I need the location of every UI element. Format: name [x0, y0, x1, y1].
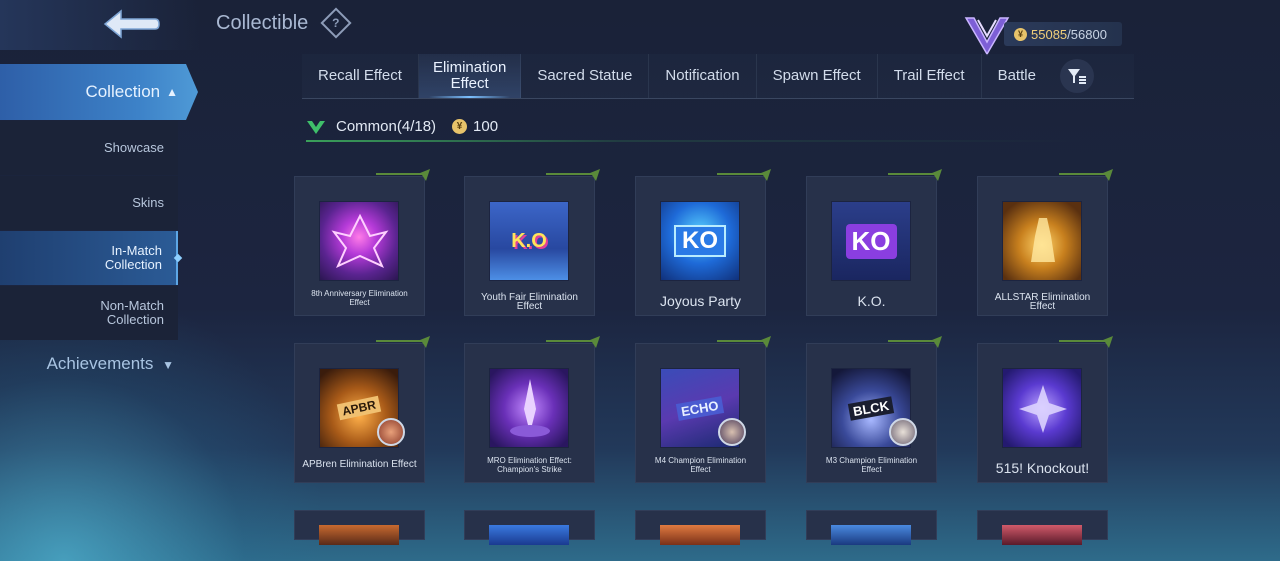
sidebar-collection[interactable]: Collection ▲: [0, 64, 198, 120]
sidebar-item-non-match-collection[interactable]: Non-Match Collection: [0, 286, 178, 340]
back-arrow-icon: [103, 9, 160, 39]
collectible-name: M4 Champion Elimination Effect: [654, 456, 747, 474]
collectible-card[interactable]: [806, 510, 937, 545]
collectible-card[interactable]: BLCK M3 Champion Elimination Effect: [806, 336, 942, 483]
points-current: 55085: [1031, 26, 1068, 42]
avatar: [889, 418, 917, 446]
coin-icon: ¥: [452, 119, 468, 134]
collectible-thumbnail: [1002, 525, 1082, 545]
collection-points: ¥ 55085 /56800: [1004, 22, 1122, 46]
coin-icon: ¥: [1014, 27, 1027, 41]
category-tabs: Recall Effect Elimination Effect Sacred S…: [302, 54, 1134, 98]
collectible-name: ALLSTAR Elimination Effect: [994, 292, 1091, 312]
sidebar-item-label: Showcase: [104, 140, 164, 155]
sidebar-achievements[interactable]: Achievements ▼: [0, 354, 190, 374]
avatar: [377, 418, 405, 446]
collectible-thumbnail: [831, 525, 911, 545]
tab-trail-effect[interactable]: Trail Effect: [878, 54, 982, 98]
collectible-card[interactable]: MRO Elimination Effect: Champion's Strike: [464, 336, 600, 483]
help-icon[interactable]: ?: [320, 7, 352, 39]
collectible-card[interactable]: [294, 510, 425, 545]
tab-sacred-statue[interactable]: Sacred Statue: [521, 54, 650, 98]
collectible-card[interactable]: [464, 510, 595, 545]
corner-leaf-decoration: [546, 336, 600, 348]
collectible-thumbnail: [660, 525, 740, 545]
collectible-card[interactable]: K.O Youth Fair Elimination Effect: [464, 169, 600, 316]
collectible-card[interactable]: ALLSTAR Elimination Effect: [977, 169, 1113, 316]
sidebar-item-in-match-collection[interactable]: In-Match Collection: [0, 231, 183, 285]
sidebar-item-label: Non-Match Collection: [100, 298, 164, 327]
collectible-card[interactable]: KO Joyous Party: [635, 169, 771, 316]
collectible-thumbnail: [1002, 201, 1082, 281]
collectible-thumbnail: KO: [831, 201, 911, 281]
collectible-name: 515! Knockout!: [995, 460, 1090, 476]
corner-leaf-decoration: [888, 169, 942, 181]
corner-leaf-decoration: [376, 169, 430, 181]
points-total: /56800: [1067, 26, 1107, 42]
corner-leaf-decoration: [376, 336, 430, 348]
section-divider: [306, 140, 1086, 142]
corner-leaf-decoration: [546, 169, 600, 181]
tab-notification[interactable]: Notification: [649, 54, 757, 98]
corner-leaf-decoration: [1059, 169, 1113, 181]
collectible-thumbnail: [489, 368, 569, 448]
tab-recall-effect[interactable]: Recall Effect: [302, 54, 419, 98]
corner-leaf-decoration: [717, 169, 771, 181]
corner-leaf-decoration: [1059, 336, 1113, 348]
sidebar-item-label: In-Match Collection: [104, 243, 162, 272]
collectible-card[interactable]: ECHO M4 Champion Elimination Effect: [635, 336, 771, 483]
filter-icon: [1067, 69, 1086, 84]
back-button[interactable]: [100, 6, 164, 42]
active-indicator: [173, 253, 183, 263]
rarity-header: Common(4/18) ¥ 100: [306, 118, 498, 135]
collectible-name: M3 Champion Elimination Effect: [825, 456, 918, 474]
collectible-card[interactable]: 515! Knockout!: [977, 336, 1113, 483]
collectible-thumbnail: KO: [660, 201, 740, 281]
tab-battle[interactable]: Battle: [982, 54, 1052, 98]
green-gem-icon: [307, 120, 325, 134]
collectible-card[interactable]: [635, 510, 766, 545]
collectible-card[interactable]: 8th Anniversary Elimination Effect: [294, 169, 430, 316]
collectible-card[interactable]: APBR APBren Elimination Effect: [294, 336, 430, 483]
collectible-name: MRO Elimination Effect: Champion's Strike: [487, 456, 572, 474]
chevron-down-icon: ▼: [162, 358, 174, 372]
collectible-thumbnail: K.O: [489, 201, 569, 281]
collectible-name: APBren Elimination Effect: [302, 459, 417, 470]
rarity-count: Common(4/18): [336, 118, 437, 135]
collectible-name: Joyous Party: [660, 293, 741, 309]
sidebar-item-showcase[interactable]: Showcase: [0, 121, 178, 175]
filter-button[interactable]: [1059, 59, 1094, 93]
sidebar-item-label: Skins: [132, 195, 164, 210]
tab-spawn-effect[interactable]: Spawn Effect: [757, 54, 878, 98]
collectible-name: K.O.: [857, 293, 886, 309]
collectible-card[interactable]: KO K.O.: [806, 169, 942, 316]
sidebar-collection-label: Collection: [85, 82, 161, 101]
rarity-cost: 100: [473, 118, 499, 135]
chevron-up-icon: ▲: [166, 85, 178, 99]
collectible-thumbnail: [489, 525, 569, 545]
avatar: [718, 418, 746, 446]
sidebar-item-skins[interactable]: Skins: [0, 176, 178, 230]
collectible-name: 8th Anniversary Elimination Effect: [311, 289, 408, 307]
collectible-thumbnail: [319, 525, 399, 545]
tab-elimination-effect[interactable]: Elimination Effect: [418, 54, 522, 98]
sidebar: Collection ▲ Showcase Skins In-Match Coll…: [0, 64, 200, 374]
corner-leaf-decoration: [888, 336, 942, 348]
tabs-divider: [302, 98, 1134, 99]
collectible-name: Youth Fair Elimination Effect: [481, 292, 578, 312]
corner-leaf-decoration: [717, 336, 771, 348]
page-title: Collectible: [216, 12, 309, 34]
collectible-thumbnail: [1002, 368, 1082, 448]
collectible-thumbnail: [319, 201, 399, 281]
collectible-card[interactable]: [977, 510, 1108, 545]
